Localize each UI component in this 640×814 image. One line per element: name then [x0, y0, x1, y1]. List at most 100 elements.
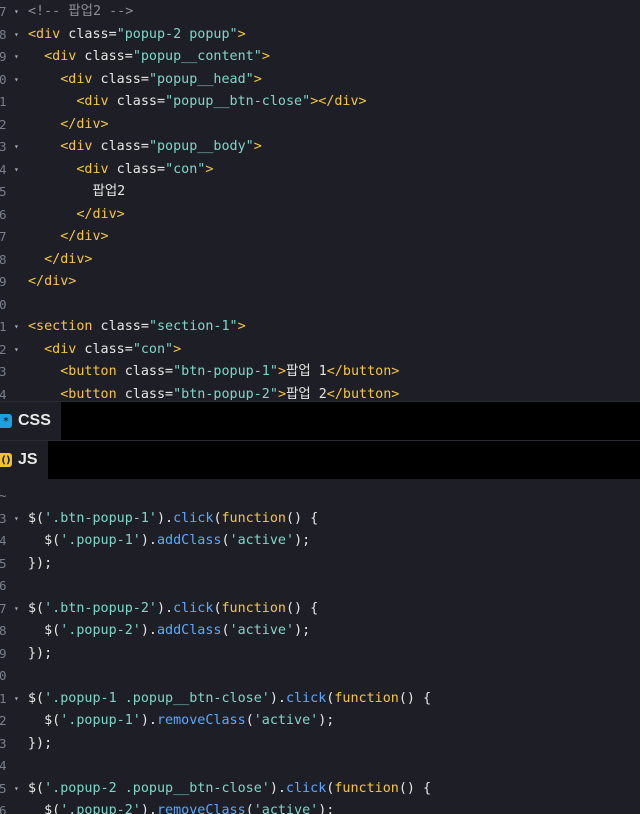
- line-number: 6: [0, 204, 10, 227]
- code-line[interactable]: 8 </div>: [0, 249, 640, 272]
- code-text: $('.popup-2').addClass('active');: [28, 620, 310, 643]
- code-token: });: [28, 735, 53, 751]
- line-number-text: 3: [0, 139, 7, 154]
- code-line[interactable]: ~: [0, 485, 640, 508]
- code-token: 팝업 1: [286, 364, 327, 379]
- code-line[interactable]: 4 <button class="btn-popup-2">팝업 2</butt…: [0, 384, 640, 401]
- code-token: class=: [92, 319, 149, 334]
- line-number: 2: [0, 710, 10, 733]
- fold-arrow-icon[interactable]: ▾: [14, 1, 24, 24]
- code-token: click: [285, 690, 327, 706]
- code-token: ).: [269, 780, 286, 796]
- code-line[interactable]: 3 ▾ $('.btn-popup-1').click(function() {: [0, 508, 640, 531]
- code-token: >: [253, 71, 262, 87]
- code-line[interactable]: 0: [0, 294, 640, 317]
- code-token: 팝업 2: [286, 386, 327, 401]
- code-line[interactable]: 6 </div>: [0, 204, 640, 227]
- code-line[interactable]: 9 ▾ <div class="popup__content">: [0, 46, 640, 69]
- code-token: <div: [76, 161, 109, 177]
- fold-arrow-icon[interactable]: ▾: [14, 159, 24, 182]
- fold-arrow-icon[interactable]: ▾: [14, 46, 24, 69]
- code-token: <!-- 팝업2 -->: [28, 4, 134, 19]
- line-number: 0: [0, 665, 10, 688]
- fold-arrow-icon[interactable]: ▾: [14, 136, 24, 159]
- html-editor-pane[interactable]: 7 ▾ <!-- 팝업2 --> 8 ▾ <div class="popup-2 popu…: [0, 0, 640, 400]
- tab-js[interactable]: () JS: [0, 441, 48, 479]
- line-number: ~: [0, 485, 10, 508]
- css-panel-header[interactable]: * CSS: [0, 401, 640, 440]
- code-line[interactable]: 6 $('.popup-2').removeClass('active');: [0, 800, 640, 814]
- code-line[interactable]: 1 ▾ <section class="section-1">: [0, 316, 640, 339]
- code-line[interactable]: 7 ▾ <!-- 팝업2 -->: [0, 1, 640, 24]
- code-line[interactable]: 3 ▾ <div class="popup__body">: [0, 136, 640, 159]
- code-token: </div>: [60, 116, 109, 132]
- code-line[interactable]: 3 <button class="btn-popup-1">팝업 1</butt…: [0, 361, 640, 384]
- code-text: <button class="btn-popup-1">팝업 1</button…: [28, 361, 399, 384]
- code-line[interactable]: 5 팝업2: [0, 181, 640, 204]
- code-line[interactable]: 5});: [0, 553, 640, 576]
- code-line[interactable]: 0 ▾ <div class="popup__head">: [0, 69, 640, 92]
- js-braces-icon: (): [0, 453, 12, 467]
- code-line[interactable]: 7 </div>: [0, 226, 640, 249]
- code-line[interactable]: 1 ▾ $('.popup-1 .popup__btn-close').click(…: [0, 688, 640, 711]
- code-token: "btn-popup-2": [173, 386, 278, 401]
- fold-arrow-icon[interactable]: ▾: [14, 24, 24, 47]
- fold-arrow-icon[interactable]: ▾: [14, 508, 24, 531]
- line-number-text: 1: [0, 690, 7, 706]
- code-token: ></div>: [310, 94, 367, 109]
- fold-arrow-icon[interactable]: ▾: [14, 598, 24, 621]
- code-text: $('.popup-1').addClass('active');: [28, 530, 310, 553]
- code-text: $('.popup-2 .popup__btn-close').click(fu…: [28, 778, 431, 801]
- code-line[interactable]: 9});: [0, 643, 640, 666]
- code-token: removeClass: [157, 713, 246, 728]
- tab-css[interactable]: * CSS: [0, 402, 61, 440]
- js-editor-pane[interactable]: ~3 ▾ $('.btn-popup-1').click(function() {4…: [0, 480, 640, 814]
- code-token: });: [28, 555, 53, 571]
- code-line[interactable]: 5 ▾ $('.popup-2 .popup__btn-close').click(…: [0, 778, 640, 801]
- code-line[interactable]: 4 ▾ <div class="con">: [0, 159, 640, 182]
- code-token: $(: [28, 780, 45, 796]
- code-text: </div>: [28, 271, 76, 294]
- code-token: class=: [92, 139, 149, 154]
- line-number: 5: [0, 181, 10, 204]
- code-line[interactable]: 2 $('.popup-1').removeClass('active');: [0, 710, 640, 733]
- fold-arrow-icon[interactable]: ▾: [14, 778, 24, 801]
- code-line[interactable]: 7 ▾ $('.btn-popup-2').click(function() {: [0, 598, 640, 621]
- code-token: "btn-popup-1": [173, 364, 278, 379]
- code-line[interactable]: 8 ▾ <div class="popup-2 popup">: [0, 24, 640, 47]
- fold-arrow-icon[interactable]: ▾: [14, 316, 24, 339]
- code-token: (: [245, 803, 254, 814]
- fold-arrow-icon[interactable]: ▾: [14, 69, 24, 92]
- line-number: 7: [0, 598, 10, 621]
- code-line[interactable]: 3});: [0, 733, 640, 756]
- html-code-area[interactable]: 7 ▾ <!-- 팝업2 --> 8 ▾ <div class="popup-2 popu…: [0, 1, 640, 400]
- code-token: '.popup-2': [60, 803, 141, 814]
- fold-arrow-icon[interactable]: ▾: [14, 339, 24, 362]
- code-token: $(: [28, 713, 61, 728]
- code-line[interactable]: 2 ▾ <div class="con">: [0, 339, 640, 362]
- code-line[interactable]: 1 <div class="popup__btn-close"></div>: [0, 91, 640, 114]
- line-number: 9: [0, 46, 10, 69]
- code-line[interactable]: 9 </div>: [0, 271, 640, 294]
- code-line[interactable]: 4: [0, 755, 640, 778]
- code-token: (: [213, 510, 222, 526]
- code-token: $(: [28, 623, 61, 638]
- fold-arrow-icon[interactable]: ▾: [14, 688, 24, 711]
- code-line[interactable]: 2 </div>: [0, 114, 640, 137]
- code-line[interactable]: 6: [0, 575, 640, 598]
- code-line[interactable]: 4 $('.popup-1').addClass('active');: [0, 530, 640, 553]
- line-number: 4: [0, 530, 10, 553]
- code-line[interactable]: 8 $('.popup-2').addClass('active');: [0, 620, 640, 643]
- code-token: >: [173, 341, 182, 357]
- line-number-text: 7: [0, 229, 7, 244]
- code-text: <!-- 팝업2 -->: [28, 1, 133, 24]
- code-token: <section: [28, 319, 93, 334]
- code-token: addClass: [157, 623, 222, 638]
- code-token: );: [294, 533, 311, 548]
- js-panel-header[interactable]: () JS: [0, 440, 640, 479]
- js-code-area[interactable]: ~3 ▾ $('.btn-popup-1').click(function() {4…: [0, 485, 640, 814]
- code-line[interactable]: 0: [0, 665, 640, 688]
